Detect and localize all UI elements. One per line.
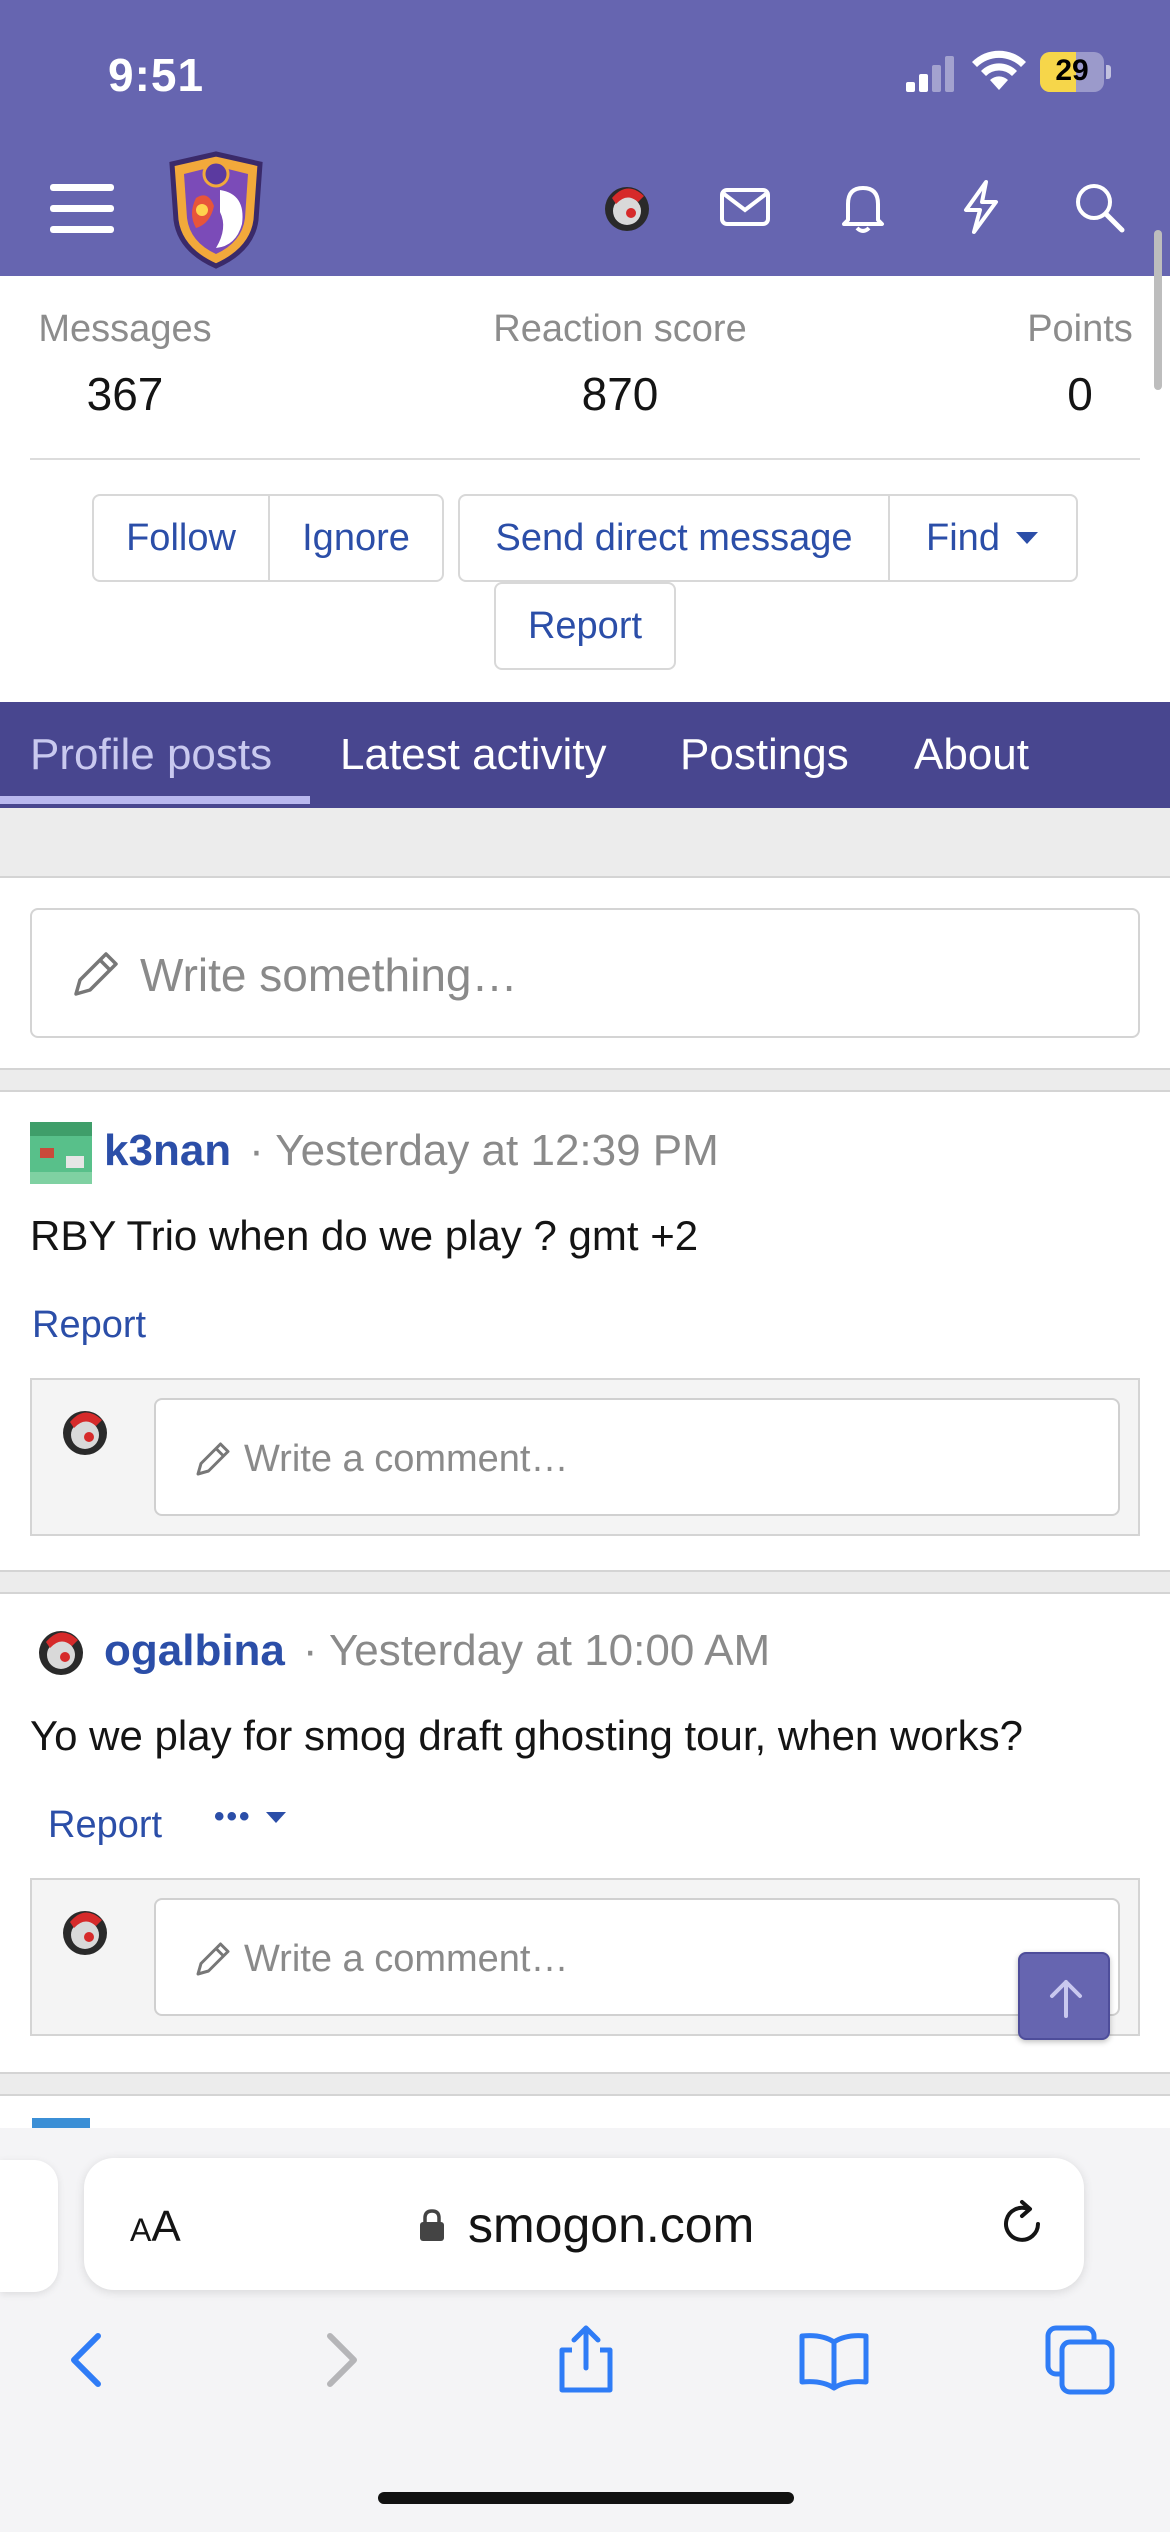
home-indicator[interactable] xyxy=(378,2492,794,2504)
cellular-signal-icon xyxy=(906,56,954,92)
envelope-icon[interactable] xyxy=(716,178,774,236)
section-gap xyxy=(0,808,1170,876)
tab-latest-activity[interactable]: Latest activity xyxy=(340,702,607,808)
report-user-button[interactable]: Report xyxy=(494,582,676,670)
text-size-large: A xyxy=(151,2202,181,2251)
card-border xyxy=(0,1592,1170,1594)
stat-points: Points 0 xyxy=(1010,308,1150,421)
find-label: Find xyxy=(926,516,1000,559)
card-border xyxy=(0,2094,1170,2096)
wifi-icon xyxy=(972,50,1026,90)
url-display[interactable]: smogon.com xyxy=(418,2196,754,2254)
comment-box: Write a comment… xyxy=(30,1378,1140,1536)
follow-button[interactable]: Follow xyxy=(92,494,270,582)
post-timestamp[interactable]: · Yesterday at 12:39 PM xyxy=(249,1126,719,1176)
section-gap xyxy=(0,2072,1170,2094)
section-gap xyxy=(0,1570,1170,1592)
text-size-small: A xyxy=(130,2212,152,2248)
stat-value: 367 xyxy=(86,368,164,420)
comment-placeholder: Write a comment… xyxy=(244,1938,569,1980)
share-icon[interactable] xyxy=(546,2320,626,2400)
stat-label: Reaction score xyxy=(493,308,747,350)
more-actions-menu[interactable]: ••• xyxy=(214,1800,288,1834)
caret-down-icon xyxy=(265,1812,286,1823)
previous-tab-preview[interactable] xyxy=(0,2160,58,2292)
post-timestamp[interactable]: · Yesterday at 10:00 AM xyxy=(303,1626,770,1676)
tabs-icon[interactable] xyxy=(1040,2320,1120,2400)
find-dropdown[interactable]: Find xyxy=(890,494,1078,582)
section-gap xyxy=(0,1068,1170,1090)
bolt-icon[interactable] xyxy=(952,178,1010,236)
user-avatar-icon[interactable] xyxy=(598,178,656,236)
stat-value: 0 xyxy=(1067,368,1093,420)
tab-profile-posts[interactable]: Profile posts xyxy=(30,702,272,808)
post-username[interactable]: k3nan xyxy=(104,1126,231,1176)
comment-box: Write a comment… xyxy=(30,1878,1140,2036)
battery-indicator: 29 xyxy=(1040,52,1111,92)
next-post-avatar-edge xyxy=(32,2118,90,2128)
profile-post-composer[interactable]: Write something… xyxy=(30,908,1140,1038)
stat-label: Points xyxy=(1027,308,1133,350)
stat-reaction-score: Reaction score 870 xyxy=(460,308,780,421)
more-dots: ••• xyxy=(214,1800,252,1833)
page-scrollbar[interactable] xyxy=(1154,230,1162,390)
post-text: RBY Trio when do we play ? gmt +2 xyxy=(30,1212,699,1259)
menu-icon[interactable] xyxy=(50,180,114,236)
scroll-to-top-button[interactable] xyxy=(1018,1952,1110,2040)
post-username[interactable]: ogalbina xyxy=(104,1626,285,1676)
pencil-icon xyxy=(196,1442,230,1476)
arrow-up-icon xyxy=(1050,1980,1082,2018)
card-border xyxy=(0,1068,1170,1070)
address-bar[interactable]: AA smogon.com xyxy=(84,2158,1084,2290)
battery-level: 29 xyxy=(1055,54,1089,87)
back-icon[interactable] xyxy=(48,2320,128,2400)
url-text: smogon.com xyxy=(468,2197,755,2253)
forward-icon[interactable] xyxy=(300,2320,380,2400)
card-border xyxy=(0,1090,1170,1092)
status-time: 9:51 xyxy=(108,49,205,101)
site-header xyxy=(0,140,1170,276)
ignore-button[interactable]: Ignore xyxy=(270,494,444,582)
search-icon[interactable] xyxy=(1070,178,1128,236)
user-avatar-icon xyxy=(63,1411,107,1455)
status-bar: 9:51 29 xyxy=(0,0,1170,140)
bookmarks-icon[interactable] xyxy=(794,2320,874,2400)
reload-icon[interactable] xyxy=(994,2196,1050,2252)
card-border xyxy=(0,1570,1170,1572)
text-size-button[interactable]: AA xyxy=(130,2202,181,2252)
active-tab-indicator xyxy=(0,796,310,804)
profile-tabs: Profile posts Latest activity Postings A… xyxy=(0,702,1170,808)
site-logo[interactable] xyxy=(166,150,266,270)
pencil-icon xyxy=(74,952,118,996)
comment-placeholder: Write a comment… xyxy=(244,1438,569,1480)
send-direct-message-button[interactable]: Send direct message xyxy=(458,494,890,582)
tab-about[interactable]: About xyxy=(914,702,1029,808)
stats-divider xyxy=(30,458,1140,460)
comment-input[interactable]: Write a comment… xyxy=(154,1398,1120,1516)
user-avatar-ogalbina[interactable] xyxy=(32,1622,90,1680)
card-border xyxy=(0,876,1170,878)
report-post-link[interactable]: Report xyxy=(48,1804,162,1847)
card-border xyxy=(0,2072,1170,2074)
post-header: ogalbina · Yesterday at 10:00 AM xyxy=(104,1626,770,1676)
caret-down-icon xyxy=(1015,532,1038,544)
stat-value: 870 xyxy=(581,368,659,420)
lock-icon xyxy=(420,2209,444,2241)
post-header: k3nan · Yesterday at 12:39 PM xyxy=(104,1126,719,1176)
bell-icon[interactable] xyxy=(834,178,892,236)
stat-messages: Messages 367 xyxy=(30,308,220,421)
tab-postings[interactable]: Postings xyxy=(680,702,849,808)
pencil-icon xyxy=(196,1942,230,1976)
stat-label: Messages xyxy=(38,308,212,350)
user-avatar-icon xyxy=(63,1911,107,1955)
comment-input[interactable]: Write a comment… xyxy=(154,1898,1120,2016)
report-post-link[interactable]: Report xyxy=(32,1304,146,1347)
composer-placeholder: Write something… xyxy=(140,949,518,1001)
post-text: Yo we play for smog draft ghosting tour,… xyxy=(30,1712,1023,1759)
user-avatar-k3nan[interactable] xyxy=(30,1122,92,1184)
